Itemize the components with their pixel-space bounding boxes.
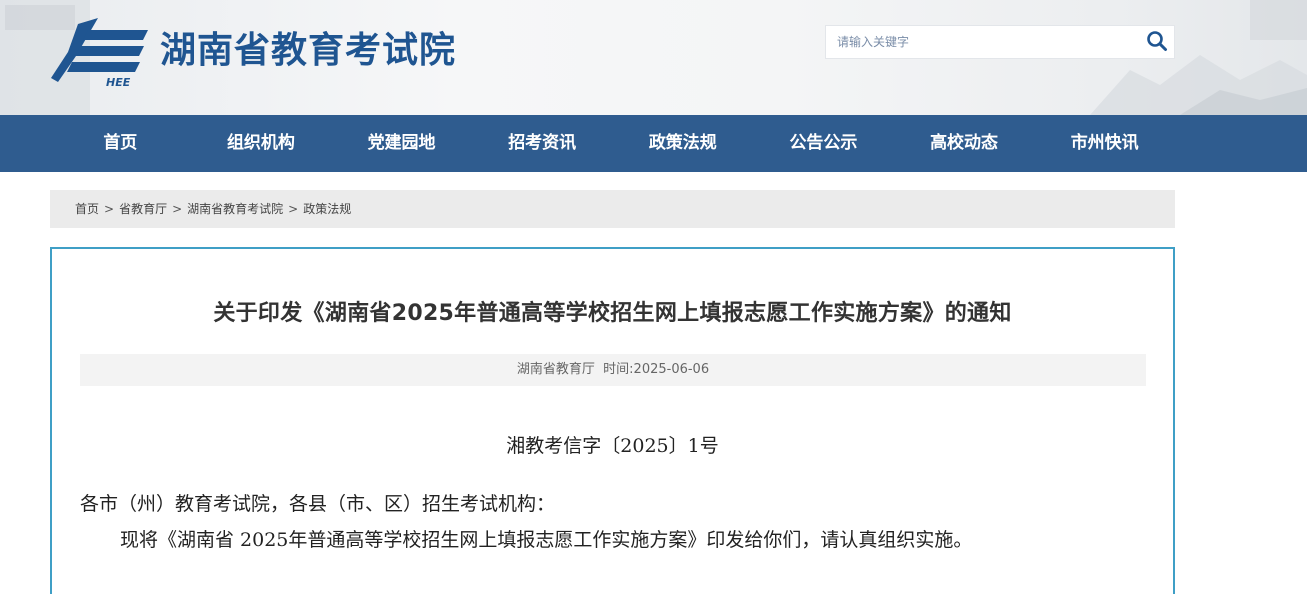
article-source: 湖南省教育厅 <box>516 362 595 377</box>
search-icon <box>1147 30 1167 51</box>
nav-item-party-building[interactable]: 党建园地 <box>331 115 472 172</box>
site-title: 湖南省教育考试院 <box>160 30 457 71</box>
hee-logo-icon: HEE <box>51 18 148 89</box>
nav-item-organization[interactable]: 组织机构 <box>191 115 332 172</box>
breadcrumb-separator: > <box>172 202 183 216</box>
nav-item-announcements[interactable]: 公告公示 <box>753 115 894 172</box>
article-container: 关于印发《湖南省2025年普通高等学校招生网上填报志愿工作实施方案》的通知 湖南… <box>50 247 1175 594</box>
breadcrumb-exam-authority[interactable]: 湖南省教育考试院 <box>187 202 283 216</box>
search-button[interactable] <box>1142 28 1172 56</box>
breadcrumb: 首页 > 省教育厅 > 湖南省教育考试院 > 政策法规 <box>50 190 1175 228</box>
search-input[interactable] <box>826 26 1136 58</box>
article-salutation: 各市（州）教育考试院，各县（市、区）招生考试机构： <box>80 493 556 515</box>
nav-item-university-news[interactable]: 高校动态 <box>894 115 1035 172</box>
document-number: 湘教考信字〔2025〕1号 <box>506 435 719 457</box>
article-date: 2025-06-06 <box>633 362 710 377</box>
breadcrumb-home[interactable]: 首页 <box>75 202 99 216</box>
article-paragraph: 现将《湖南省 2025年普通高等学校招生网上填报志愿工作实施方案》印发给你们，请… <box>120 529 973 551</box>
breadcrumb-separator: > <box>288 202 299 216</box>
article-title: 关于印发《湖南省2025年普通高等学校招生网上填报志愿工作实施方案》的通知 <box>213 301 1012 326</box>
site-header: HEE 湖南省教育考试院 <box>0 0 1307 115</box>
article-date-label: 时间: <box>603 362 634 377</box>
breadcrumb-policies[interactable]: 政策法规 <box>303 202 351 216</box>
nav-item-home[interactable]: 首页 <box>50 115 191 172</box>
nav-item-admissions-news[interactable]: 招考资讯 <box>472 115 613 172</box>
main-nav: 首页 组织机构 党建园地 招考资讯 政策法规 公告公示 高校动态 市州快讯 <box>0 115 1307 172</box>
breadcrumb-education-dept[interactable]: 省教育厅 <box>119 202 167 216</box>
article-meta: 湖南省教育厅 时间:2025-06-06 <box>80 354 1146 386</box>
svg-text:HEE: HEE <box>106 76 131 88</box>
site-logo[interactable]: HEE <box>48 16 150 89</box>
search-box <box>825 25 1175 59</box>
nav-item-policies[interactable]: 政策法规 <box>613 115 754 172</box>
nav-item-city-news[interactable]: 市州快讯 <box>1034 115 1175 172</box>
breadcrumb-separator: > <box>104 202 115 216</box>
